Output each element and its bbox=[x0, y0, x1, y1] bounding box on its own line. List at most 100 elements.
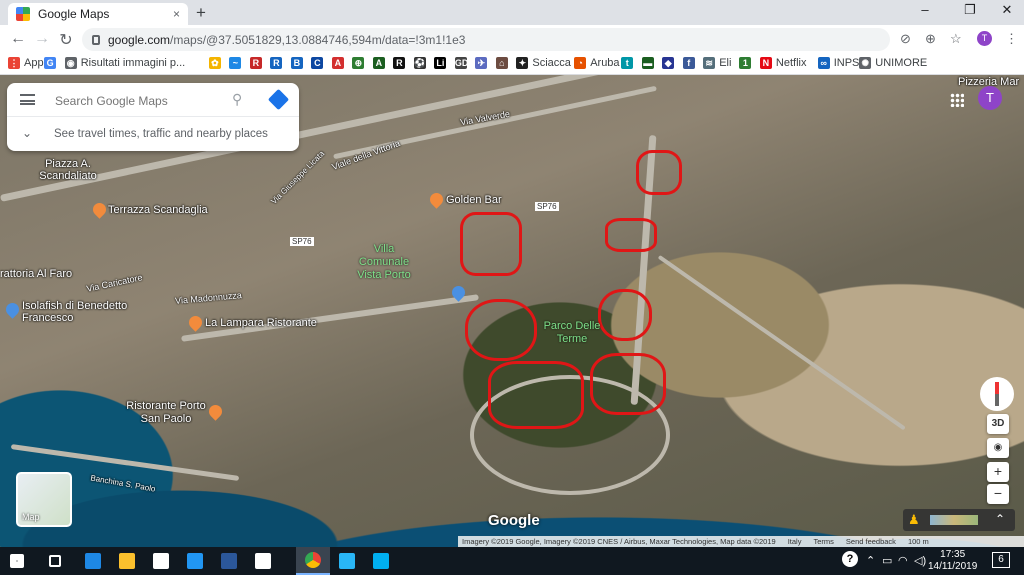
bookmark-favicon-icon: ~ bbox=[229, 57, 242, 69]
bookmark-item[interactable]: Li bbox=[434, 57, 450, 69]
bar-pin-icon[interactable] bbox=[427, 190, 446, 209]
network-icon[interactable]: ▭ bbox=[882, 554, 892, 567]
label-villa-comunale[interactable]: Villa Comunale Vista Porto bbox=[352, 243, 416, 282]
label-la-lampara[interactable]: La Lampara Ristorante bbox=[205, 317, 317, 329]
imagery-thumbnails[interactable] bbox=[930, 515, 978, 525]
label-parco-delle-terme[interactable]: Parco Delle Terme bbox=[542, 320, 602, 346]
bookmark-item[interactable]: C bbox=[311, 57, 327, 69]
reload-icon[interactable]: ↻ bbox=[56, 30, 76, 50]
zoom-out-button[interactable]: − bbox=[987, 484, 1009, 504]
bookmark-item[interactable]: ∞ INPS bbox=[817, 57, 859, 69]
tab-google-maps[interactable]: Google Maps × bbox=[8, 3, 188, 25]
system-clock[interactable]: 17:35 14/11/2019 bbox=[928, 549, 977, 573]
task-view-icon[interactable] bbox=[38, 547, 72, 575]
minimize-button[interactable]: – bbox=[910, 2, 940, 17]
bookmark-item[interactable]: R bbox=[393, 57, 409, 69]
bookmark-item[interactable]: ~ bbox=[229, 57, 245, 69]
bookmark-star-icon[interactable]: ☆ bbox=[950, 31, 962, 47]
volume-icon[interactable]: ◁) bbox=[914, 554, 926, 567]
restaurant-pin-icon[interactable] bbox=[90, 200, 109, 219]
chevron-down-icon[interactable]: ⌄ bbox=[22, 126, 32, 140]
help-icon[interactable]: ? bbox=[842, 551, 858, 567]
search-icon[interactable]: ⚲ bbox=[232, 91, 242, 108]
label-ristorante-porto[interactable]: Ristorante Porto San Paolo bbox=[126, 400, 206, 426]
travel-times-row[interactable]: ⌄ See travel times, traffic and nearby p… bbox=[7, 117, 299, 151]
bookmark-item[interactable]: f bbox=[682, 57, 699, 69]
bookmark-item[interactable]: B bbox=[290, 57, 307, 69]
app-blue-icon[interactable] bbox=[330, 547, 364, 575]
close-window-button[interactable]: ✕ bbox=[992, 2, 1022, 18]
dropbox-icon[interactable] bbox=[178, 547, 212, 575]
bookmark-item[interactable]: ✿ bbox=[208, 57, 225, 69]
bookmark-item[interactable]: ⋮ App bbox=[8, 57, 44, 69]
store-icon[interactable] bbox=[144, 547, 178, 575]
bookmark-item[interactable]: R bbox=[270, 57, 286, 69]
bookmark-item[interactable]: R bbox=[249, 57, 266, 69]
pegman-icon[interactable]: ♟ bbox=[908, 512, 920, 528]
bookmark-item[interactable]: G bbox=[44, 57, 60, 69]
layer-toggle-button[interactable]: Map bbox=[16, 472, 72, 527]
scale-label[interactable]: 100 m bbox=[908, 536, 929, 547]
expand-icon[interactable]: ⌃ bbox=[995, 512, 1005, 526]
bookmark-item[interactable]: ≋ Eli bbox=[703, 57, 731, 69]
menu-hamburger-icon[interactable] bbox=[20, 94, 35, 105]
shop-pin-icon[interactable] bbox=[3, 300, 22, 319]
location-icon[interactable]: ◉ bbox=[987, 438, 1009, 458]
bookmark-item[interactable]: GDS bbox=[454, 57, 474, 69]
bookmark-item[interactable]: ▬ bbox=[641, 57, 658, 69]
bookmark-item[interactable]: ⌂ bbox=[495, 57, 512, 69]
task-view-icon-glyph bbox=[49, 555, 61, 567]
terms-link[interactable]: Terms bbox=[813, 536, 833, 547]
tab-close-icon[interactable]: × bbox=[173, 7, 180, 21]
bookmark-item[interactable]: ◔ Aruba bbox=[574, 57, 620, 69]
edge-icon[interactable] bbox=[76, 547, 110, 575]
back-arrow-icon[interactable]: ← bbox=[8, 30, 28, 48]
blocked-popup-icon[interactable]: ⊘ bbox=[900, 31, 911, 47]
bookmark-item[interactable]: ⊕ bbox=[352, 57, 368, 69]
account-avatar[interactable]: T bbox=[978, 86, 1002, 110]
extension-icon[interactable]: ⊕ bbox=[925, 31, 936, 47]
directions-icon[interactable] bbox=[267, 88, 290, 111]
chevron-up-icon[interactable]: ⌃ bbox=[866, 554, 875, 567]
send-feedback-link[interactable]: Send feedback bbox=[846, 536, 896, 547]
wifi-icon[interactable]: ◠ bbox=[898, 554, 908, 567]
chrome-icon[interactable] bbox=[296, 547, 330, 575]
label-golden-bar[interactable]: Golden Bar bbox=[446, 194, 502, 206]
start-icon[interactable] bbox=[0, 547, 34, 575]
bookmark-item[interactable]: ✈ bbox=[475, 57, 491, 69]
notification-center-icon[interactable]: 6 bbox=[992, 552, 1010, 568]
new-tab-button[interactable]: + bbox=[196, 3, 206, 23]
search-input[interactable] bbox=[53, 93, 223, 109]
label-trattoria-al-faro[interactable]: rattoria Al Faro bbox=[0, 268, 72, 280]
file-explorer-icon[interactable] bbox=[110, 547, 144, 575]
view-3d-button[interactable]: 3D bbox=[987, 414, 1009, 434]
bookmark-item[interactable]: 1 bbox=[739, 57, 755, 69]
label-piazza-scandaliato[interactable]: Piazza A. Scandaliato bbox=[38, 158, 98, 182]
zoom-in-button[interactable]: + bbox=[987, 462, 1009, 482]
satellite-map[interactable]: Piazza A. Scandaliato Terrazza Scandagli… bbox=[0, 75, 1024, 547]
bookmark-item[interactable]: ✦ Sciacca bbox=[516, 57, 571, 69]
bookmark-item[interactable]: t bbox=[621, 57, 637, 69]
restore-button[interactable]: ❐ bbox=[955, 2, 985, 18]
restaurant-pin-icon[interactable] bbox=[206, 402, 225, 421]
profile-avatar[interactable]: T bbox=[977, 31, 992, 46]
compass-icon[interactable] bbox=[980, 377, 1014, 411]
label-isolafish[interactable]: Isolafish di Benedetto Francesco bbox=[22, 300, 132, 324]
label-terrazza-scandaglia[interactable]: Terrazza Scandaglia bbox=[108, 204, 208, 216]
bookmark-item[interactable]: A bbox=[331, 57, 348, 69]
mail-icon[interactable] bbox=[246, 547, 280, 575]
bookmark-item[interactable]: A bbox=[372, 57, 389, 69]
skype-icon[interactable] bbox=[364, 547, 398, 575]
bookmark-item[interactable]: ◆ bbox=[662, 57, 678, 69]
word-icon[interactable] bbox=[212, 547, 246, 575]
bookmark-item[interactable]: ✺ UNIMORE bbox=[859, 57, 927, 69]
apps-grid-icon[interactable] bbox=[950, 93, 964, 107]
bookmark-item[interactable]: ⚽ bbox=[413, 57, 430, 69]
search-row: ⚲ bbox=[7, 83, 299, 117]
bookmark-item[interactable]: N Netflix bbox=[759, 57, 806, 69]
forward-arrow-icon[interactable]: → bbox=[32, 30, 52, 48]
address-bar[interactable]: google.com/maps/@37.5051829,13.0884746,5… bbox=[82, 28, 890, 51]
bookmark-item[interactable]: ◉ Risultati immagini p... bbox=[64, 57, 185, 69]
restaurant-pin-icon[interactable] bbox=[186, 313, 205, 332]
chrome-menu-icon[interactable]: ⋮ bbox=[1005, 31, 1018, 47]
